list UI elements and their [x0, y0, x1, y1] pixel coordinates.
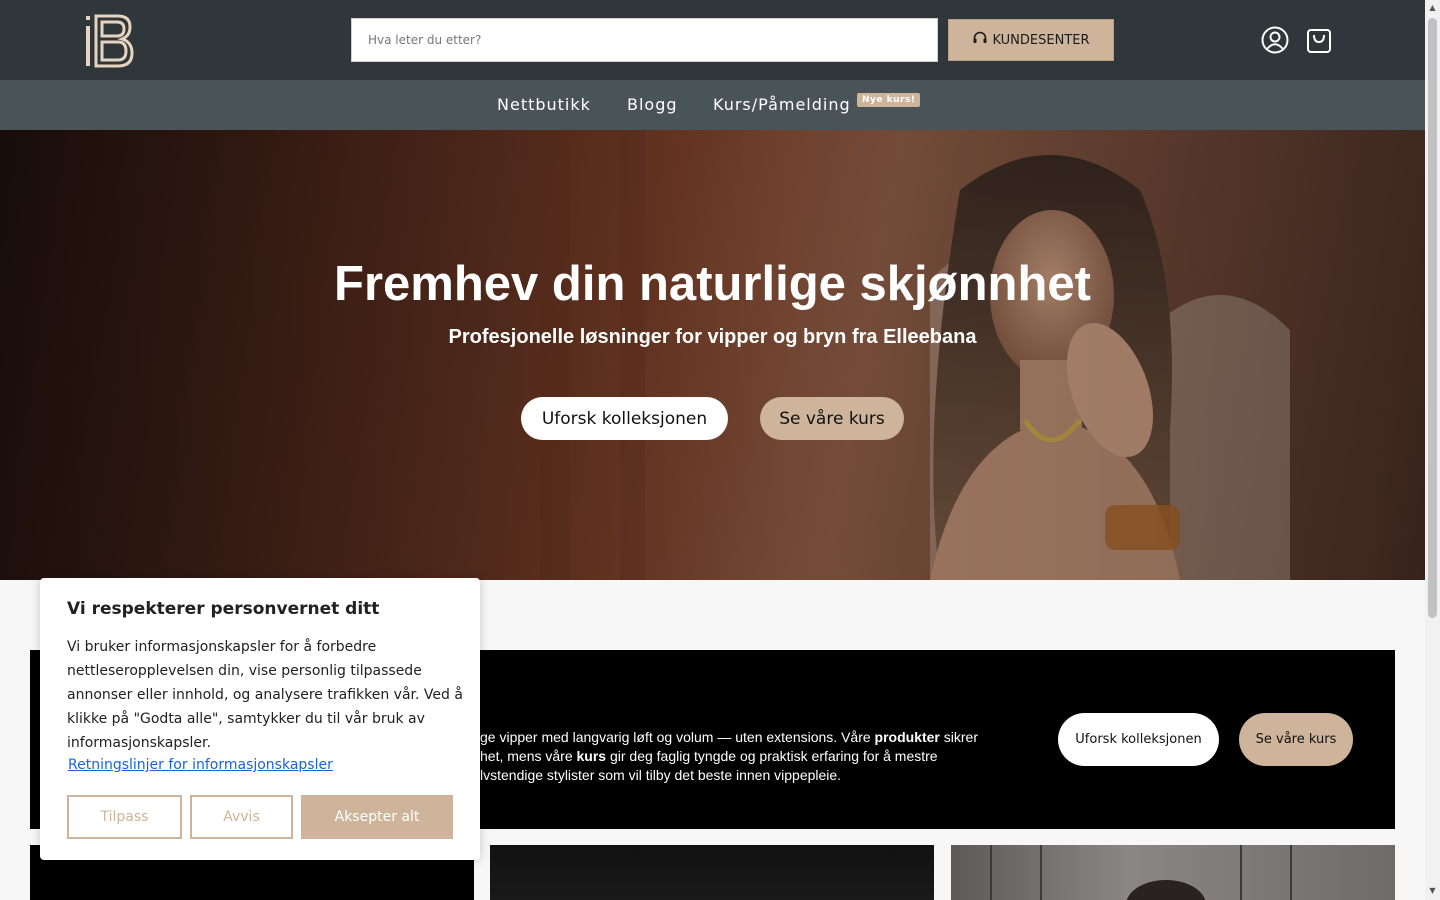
scroll-up-arrow-icon[interactable]: ▲	[1427, 3, 1438, 13]
cookie-policy-link[interactable]: Retningslinjer for informasjonskapsler	[68, 757, 333, 773]
explore-collection-button[interactable]: Uforsk kolleksjonen	[521, 397, 728, 440]
cart-icon[interactable]	[1304, 25, 1334, 55]
hero-banner: Fremhev din naturlige skjønnhet Profesjo…	[0, 130, 1425, 580]
intro-text-segment: ge vipper med langvarig løft og volum — …	[480, 729, 875, 745]
nav-item-nettbutikk[interactable]: Nettbutikk	[497, 95, 591, 114]
intro-text: ge vipper med langvarig løft og volum — …	[480, 728, 1000, 785]
search-input[interactable]	[351, 18, 938, 62]
nav-item-blogg[interactable]: Blogg	[627, 95, 678, 114]
products-link[interactable]: produkter	[875, 729, 940, 745]
cookie-consent-dialog: Vi respekterer personvernet ditt Vi bruk…	[40, 578, 480, 860]
scrollbar-thumb[interactable]	[1428, 18, 1437, 618]
category-card[interactable]	[951, 845, 1395, 900]
new-courses-badge: Nye kurs!	[857, 93, 921, 107]
category-card-image	[990, 845, 1292, 900]
cookie-reject-button[interactable]: Avvis	[190, 795, 293, 839]
band-explore-collection-button[interactable]: Uforsk kolleksjonen	[1058, 713, 1219, 766]
user-icon[interactable]	[1260, 25, 1290, 55]
cookie-customize-button[interactable]: Tilpass	[67, 795, 182, 839]
hero-background-image	[0, 130, 1425, 580]
cookie-accept-all-button[interactable]: Aksepter alt	[301, 795, 453, 839]
intro-text-segment: sikrer	[939, 729, 979, 745]
nav-item-kurs[interactable]: Kurs/Påmelding	[713, 95, 851, 114]
kundesenter-button[interactable]: KUNDESENTER	[948, 19, 1114, 61]
intro-text-segment: lvstendige stylister som vil tilby det b…	[480, 767, 842, 783]
band-see-courses-button[interactable]: Se våre kurs	[1239, 713, 1353, 766]
see-courses-button[interactable]: Se våre kurs	[760, 397, 904, 440]
courses-link[interactable]: kurs	[577, 748, 607, 764]
category-card[interactable]	[490, 845, 934, 900]
hero-subtitle: Profesjonelle løsninger for vipper og br…	[448, 326, 977, 348]
brand-logo[interactable]	[84, 14, 136, 68]
hero-title: Fremhev din naturlige skjønnhet	[334, 257, 1091, 311]
intro-text-segment: het, mens våre	[480, 748, 577, 764]
cookie-body: Vi bruker informasjonskapsler for å forb…	[67, 639, 463, 751]
scroll-down-arrow-icon[interactable]: ▼	[1427, 886, 1438, 896]
intro-text-segment: gir deg faglig tyngde og praktisk erfari…	[606, 748, 938, 764]
kundesenter-label: KUNDESENTER	[992, 32, 1090, 48]
headset-icon	[972, 30, 988, 50]
cookie-title: Vi respekterer personvernet ditt	[67, 599, 380, 619]
